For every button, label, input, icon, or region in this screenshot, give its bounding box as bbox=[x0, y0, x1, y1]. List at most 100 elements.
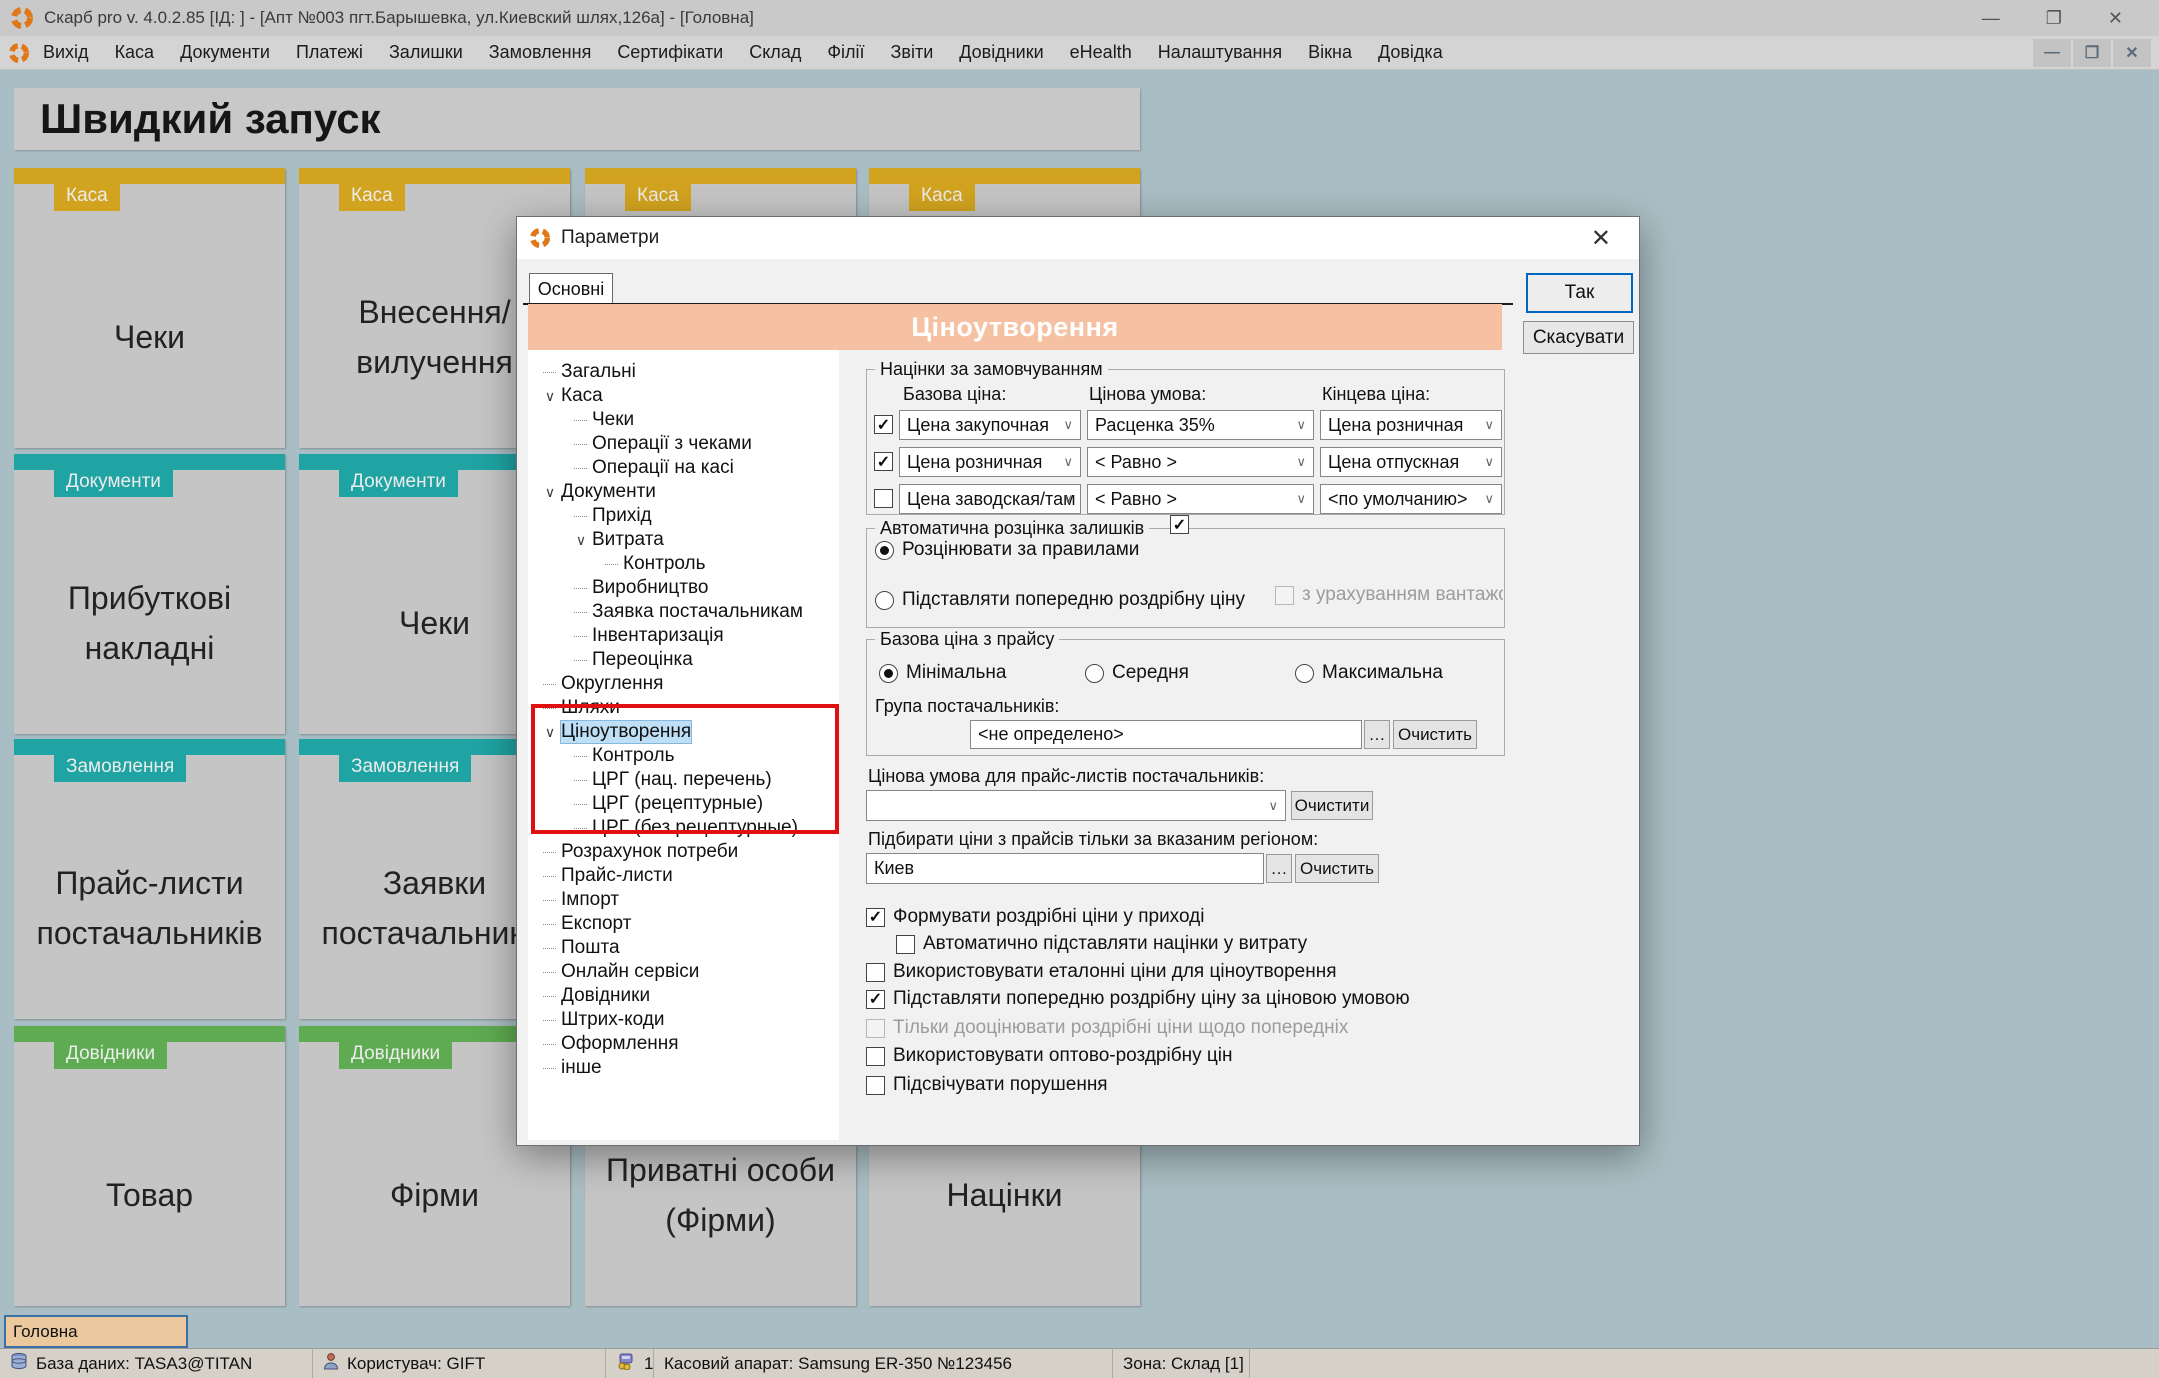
tree-item-прайс-листи[interactable]: Прайс-листи bbox=[543, 864, 673, 888]
home-tab[interactable]: Головна bbox=[4, 1315, 188, 1348]
tree-item-ціноутворення[interactable]: ∨Ціноутворення bbox=[539, 720, 691, 744]
max-price-radio[interactable]: Максимальна bbox=[1295, 662, 1443, 684]
tree-item-експорт[interactable]: Експорт bbox=[543, 912, 631, 936]
rule-enabled-checkbox[interactable] bbox=[874, 415, 893, 434]
tile-Прайс-листи постачальників[interactable]: ЗамовленняПрайс-листи постачальників bbox=[14, 739, 285, 1019]
tree-item-црг-без-рецептурные-[interactable]: ЦРГ (без рецептурные) bbox=[574, 816, 798, 840]
checkbox-icon[interactable] bbox=[896, 935, 915, 954]
tree-item-штрих-коди[interactable]: Штрих-коди bbox=[543, 1008, 665, 1032]
restore-button[interactable]: ❐ bbox=[2046, 8, 2062, 29]
mdi-restore-button[interactable]: ❐ bbox=[2073, 39, 2111, 67]
region-clear-button[interactable]: Очистить bbox=[1295, 854, 1379, 883]
menu-item-платежі[interactable]: Платежі bbox=[283, 38, 376, 67]
tree-item-загальні[interactable]: Загальні bbox=[543, 360, 636, 384]
option-checkbox-5[interactable]: Використовувати оптово-роздрібну цін bbox=[866, 1045, 1232, 1067]
suppliers-browse-button[interactable]: … bbox=[1364, 720, 1390, 749]
tree-item-витрата[interactable]: ∨Витрата bbox=[570, 528, 664, 552]
radio-icon[interactable] bbox=[875, 591, 894, 610]
tree-item-переоцінка[interactable]: Переоцінка bbox=[574, 648, 693, 672]
checkbox-icon[interactable] bbox=[866, 990, 885, 1009]
menu-item-ehealth[interactable]: eHealth bbox=[1057, 38, 1145, 67]
dialog-close-icon[interactable]: ✕ bbox=[1575, 224, 1627, 253]
menu-item-довідка[interactable]: Довідка bbox=[1365, 38, 1456, 67]
menu-item-замовлення[interactable]: Замовлення bbox=[476, 38, 605, 67]
option-checkbox-0[interactable]: Формувати роздрібні ціни у приході bbox=[866, 906, 1204, 928]
rule-enabled-checkbox[interactable] bbox=[874, 452, 893, 471]
menu-item-документи[interactable]: Документи bbox=[167, 38, 283, 67]
tree-item-контроль[interactable]: Контроль bbox=[574, 744, 675, 768]
tree-item-пошта[interactable]: Пошта bbox=[543, 936, 620, 960]
ok-button[interactable]: Так bbox=[1526, 273, 1633, 313]
tree-item-црг-нац-перечень-[interactable]: ЦРГ (нац. перечень) bbox=[574, 768, 772, 792]
region-browse-button[interactable]: … bbox=[1266, 854, 1292, 883]
tree-item-контроль[interactable]: Контроль bbox=[605, 552, 706, 576]
menu-item-вікна[interactable]: Вікна bbox=[1295, 38, 1365, 67]
tree-item-виробництво[interactable]: Виробництво bbox=[574, 576, 708, 600]
menu-item-залишки[interactable]: Залишки bbox=[376, 38, 476, 67]
tree-item-інвентаризація[interactable]: Інвентаризація bbox=[574, 624, 724, 648]
base-price-combo[interactable]: Цена заводская/там∨ bbox=[899, 484, 1081, 514]
checkbox-icon[interactable] bbox=[866, 963, 885, 982]
tile-Чеки[interactable]: КасаЧеки bbox=[14, 168, 285, 448]
menu-item-вихід[interactable]: Вихід bbox=[30, 38, 102, 67]
tree-item-операції-з-чеками[interactable]: Операції з чеками bbox=[574, 432, 752, 456]
substitute-prev-retail-radio[interactable]: Підставляти попередню роздрібну ціну bbox=[875, 589, 1245, 611]
tree-item-розрахунок-потреби[interactable]: Розрахунок потреби bbox=[543, 840, 738, 864]
avg-price-radio[interactable]: Середня bbox=[1085, 662, 1189, 684]
chevron-down-icon[interactable]: ∨ bbox=[539, 388, 561, 405]
menu-item-сертифікати[interactable]: Сертифікати bbox=[604, 38, 736, 67]
price-condition-rule-combo[interactable]: Расценка 35%∨ bbox=[1087, 410, 1314, 440]
checkbox-icon[interactable] bbox=[866, 1076, 885, 1095]
price-condition-combo[interactable]: ∨ bbox=[866, 790, 1286, 821]
final-price-combo[interactable]: Цена розничная∨ bbox=[1320, 410, 1502, 440]
menu-item-склад[interactable]: Склад bbox=[736, 38, 814, 67]
tile-Прибуткові накладні[interactable]: ДокументиПрибуткові накладні bbox=[14, 454, 285, 734]
region-field[interactable]: Киев bbox=[866, 853, 1264, 884]
mdi-minimize-button[interactable]: — bbox=[2033, 39, 2071, 67]
final-price-combo[interactable]: Цена отпускная∨ bbox=[1320, 447, 1502, 477]
tab-osnovni[interactable]: Основні bbox=[529, 273, 613, 304]
menu-item-філії[interactable]: Філії bbox=[814, 38, 877, 67]
suppliers-group-field[interactable]: <не определено> bbox=[970, 720, 1362, 749]
tree-item-імпорт[interactable]: Імпорт bbox=[543, 888, 619, 912]
option-checkbox-3[interactable]: Підставляти попередню роздрібну ціну за … bbox=[866, 988, 1410, 1010]
auto-reprice-checkbox[interactable] bbox=[1170, 515, 1189, 534]
suppliers-clear-button[interactable]: Очистить bbox=[1393, 720, 1477, 749]
menu-item-каса[interactable]: Каса bbox=[102, 38, 168, 67]
radio-icon[interactable] bbox=[1085, 664, 1104, 683]
base-price-combo[interactable]: Цена розничная∨ bbox=[899, 447, 1081, 477]
radio-icon[interactable] bbox=[879, 664, 898, 683]
minimize-button[interactable]: — bbox=[1982, 8, 2000, 29]
tree-item-округлення[interactable]: Округлення bbox=[543, 672, 663, 696]
tree-item-прихід[interactable]: Прихід bbox=[574, 504, 652, 528]
tree-item-чеки[interactable]: Чеки bbox=[574, 408, 634, 432]
tree-item-каса[interactable]: ∨Каса bbox=[539, 384, 603, 408]
chevron-down-icon[interactable]: ∨ bbox=[570, 532, 592, 549]
option-checkbox-1[interactable]: Автоматично підставляти націнки у витрат… bbox=[896, 933, 1307, 955]
option-checkbox-2[interactable]: Використовувати еталонні ціни для ціноут… bbox=[866, 961, 1337, 983]
tree-item-црг-рецептурные-[interactable]: ЦРГ (рецептурные) bbox=[574, 792, 763, 816]
tree-item-документи[interactable]: ∨Документи bbox=[539, 480, 656, 504]
close-button[interactable]: ✕ bbox=[2108, 8, 2123, 29]
option-checkbox-6[interactable]: Підсвічувати порушення bbox=[866, 1074, 1108, 1096]
radio-icon[interactable] bbox=[1295, 664, 1314, 683]
tree-item-оформлення[interactable]: Оформлення bbox=[543, 1032, 679, 1056]
checkbox-icon[interactable] bbox=[866, 908, 885, 927]
dialog-titlebar[interactable]: Параметри ✕ bbox=[517, 217, 1639, 259]
radio-icon[interactable] bbox=[875, 541, 894, 560]
chevron-down-icon[interactable]: ∨ bbox=[539, 724, 561, 741]
tree-item-онлайн-сервіси[interactable]: Онлайн сервіси bbox=[543, 960, 699, 984]
cancel-button[interactable]: Скасувати bbox=[1523, 321, 1634, 354]
menu-item-налаштування[interactable]: Налаштування bbox=[1145, 38, 1295, 67]
checkbox-icon[interactable] bbox=[866, 1047, 885, 1066]
chevron-down-icon[interactable]: ∨ bbox=[539, 484, 561, 501]
tree-item-довідники[interactable]: Довідники bbox=[543, 984, 650, 1008]
tree-item-інше[interactable]: інше bbox=[543, 1056, 602, 1080]
tree-item-операції-на-касі[interactable]: Операції на касі bbox=[574, 456, 734, 480]
price-condition-clear-button[interactable]: Очистити bbox=[1291, 791, 1373, 820]
min-price-radio[interactable]: Мінімальна bbox=[879, 662, 1006, 684]
mdi-close-button[interactable]: ✕ bbox=[2113, 39, 2151, 67]
tree-item-заявка-постачальникам[interactable]: Заявка постачальникам bbox=[574, 600, 803, 624]
final-price-combo[interactable]: <по умолчанию>∨ bbox=[1320, 484, 1502, 514]
rule-enabled-checkbox[interactable] bbox=[874, 489, 893, 508]
